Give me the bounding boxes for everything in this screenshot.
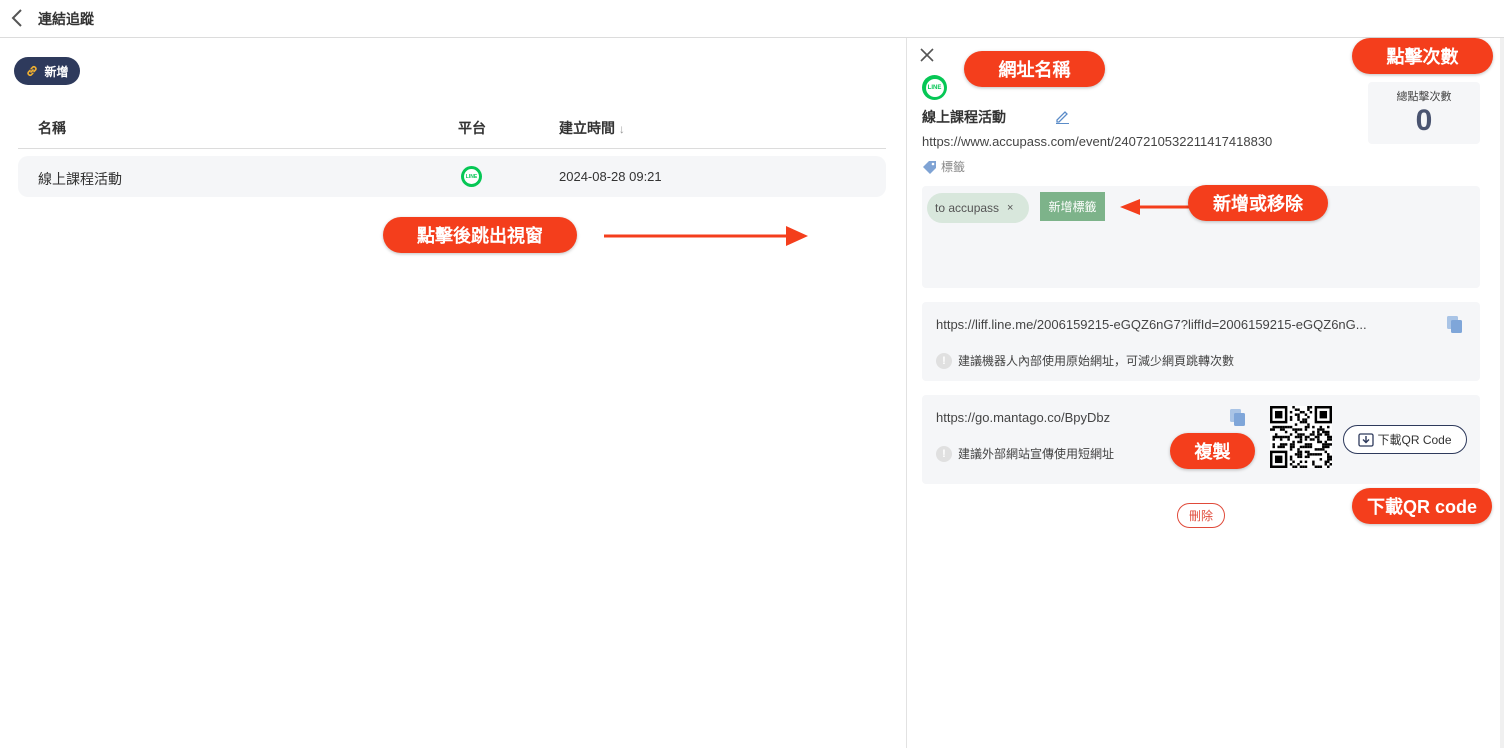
table-header-divider: [18, 148, 886, 149]
table-row[interactable]: 線上課程活動 LINE 2024-08-28 09:21: [18, 156, 886, 197]
callout-add-remove: 新增或移除: [1188, 185, 1328, 221]
liff-hint: ! 建議機器人內部使用原始網址，可減少網頁跳轉次數: [936, 352, 1234, 369]
qr-code: [1270, 406, 1332, 468]
click-count-box: 總點擊次數 0: [1368, 82, 1480, 144]
line-badge: LINE: [925, 78, 944, 97]
scrollbar[interactable]: [1500, 38, 1504, 748]
liff-url: https://liff.line.me/2006159215-eGQZ6nG7…: [936, 317, 1367, 332]
tag-chip-label: to accupass: [935, 201, 1000, 215]
download-qr-button[interactable]: 下載QR Code: [1343, 425, 1467, 454]
callout-download-qr: 下載QR code: [1352, 488, 1492, 524]
tag-section-label: 標籤: [922, 158, 965, 175]
warning-icon: !: [936, 352, 952, 369]
column-header-name: 名稱: [38, 120, 66, 136]
short-hint-text: 建議外部網站宣傳使用短網址: [958, 447, 1115, 461]
add-link-button[interactable]: 新增: [14, 57, 80, 85]
download-icon: [1358, 432, 1375, 447]
liff-url-box: [922, 302, 1480, 381]
arrow-left-icon: [1120, 199, 1190, 215]
callout-popup: 點擊後跳出視窗: [383, 217, 577, 253]
click-count-value: 0: [1415, 104, 1433, 137]
copy-icon[interactable]: [1445, 314, 1465, 334]
download-qr-label: 下載QR Code: [1377, 433, 1452, 447]
edit-pencil-icon[interactable]: [1054, 108, 1070, 124]
remove-tag-icon[interactable]: ×: [1007, 202, 1013, 214]
link-icon: [27, 66, 38, 76]
delete-button[interactable]: 刪除: [1177, 503, 1225, 528]
column-header-platform: 平台: [458, 120, 486, 136]
arrow-right-icon: [604, 226, 808, 246]
top-bar: [0, 0, 1504, 38]
column-header-created[interactable]: 建立時間 ↓: [559, 118, 625, 138]
callout-copy: 複製: [1170, 433, 1255, 469]
line-icon: LINE: [461, 166, 482, 187]
short-hint: ! 建議外部網站宣傳使用短網址: [936, 445, 1114, 462]
click-count-label: 總點擊次數: [1396, 91, 1452, 103]
row-name: 線上課程活動: [38, 171, 122, 187]
sort-arrow-icon: ↓: [618, 122, 625, 136]
close-icon[interactable]: [920, 48, 934, 62]
original-url: https://www.accupass.com/event/240721053…: [922, 134, 1273, 149]
tag-chip: to accupass ×: [927, 193, 1029, 223]
link-name: 線上課程活動: [922, 109, 1006, 125]
page-title: 連結追蹤: [38, 11, 94, 27]
copy-icon[interactable]: [1228, 407, 1248, 427]
add-link-label: 新增: [44, 64, 69, 79]
callout-click-count: 點擊次數: [1352, 38, 1493, 74]
short-url: https://go.mantago.co/BpyDbz: [936, 410, 1111, 425]
liff-hint-text: 建議機器人內部使用原始網址，可減少網頁跳轉次數: [958, 354, 1235, 368]
tag-icon: [923, 160, 936, 174]
column-header-created-label: 建立時間: [559, 120, 615, 136]
back-arrow-icon[interactable]: [8, 7, 28, 29]
warning-icon: !: [936, 445, 952, 462]
line-platform-icon: LINE: [922, 75, 947, 100]
tag-label-text: 標籤: [941, 160, 966, 174]
add-tag-button[interactable]: 新增標籤: [1040, 192, 1105, 221]
row-created: 2024-08-28 09:21: [559, 169, 662, 184]
callout-url-name: 網址名稱: [964, 51, 1105, 87]
